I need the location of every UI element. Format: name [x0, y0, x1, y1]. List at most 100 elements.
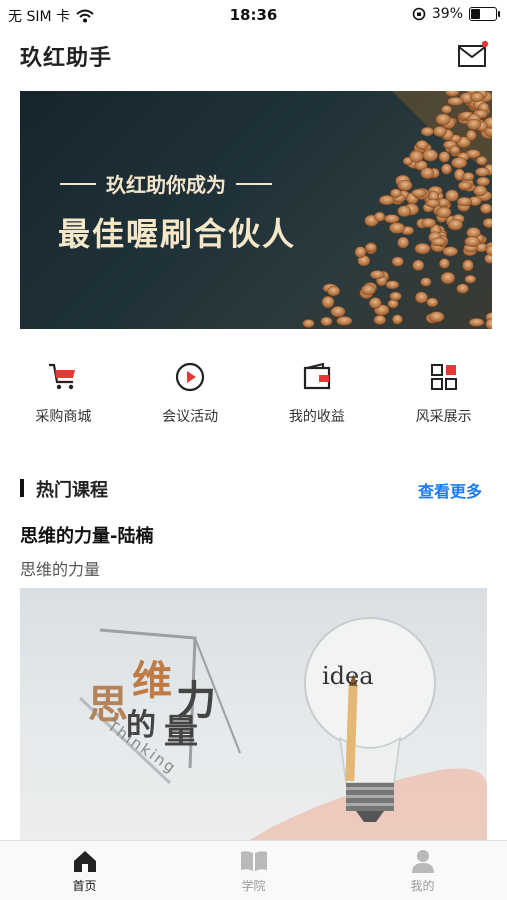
promo-banner[interactable]: 玖红助你成为 最佳喔刷合伙人: [20, 91, 492, 329]
coin: [440, 271, 456, 285]
coin: [480, 203, 492, 214]
coin: [389, 291, 402, 301]
tab-bar: 首页 学院 我的: [0, 840, 507, 900]
coin: [428, 311, 445, 323]
banner-subtitle-text: 玖红助你成为: [106, 173, 226, 197]
coin: [390, 188, 402, 198]
coin: [420, 126, 434, 137]
coin: [420, 277, 432, 287]
coin: [432, 126, 447, 137]
coin: [457, 181, 473, 190]
coin: [468, 318, 485, 327]
coin: [336, 316, 353, 326]
coin: [485, 318, 492, 329]
coin: [397, 205, 412, 217]
cart-icon: [49, 363, 76, 390]
grid-icon: [430, 364, 457, 390]
wallet-icon: [303, 362, 330, 390]
tab-academy[interactable]: 学院: [169, 841, 338, 900]
coin: [462, 259, 474, 272]
banner-subtitle: 玖红助你成为: [60, 169, 272, 198]
coin: [442, 246, 458, 257]
status-bar: 无 SIM 卡 18:36 39%: [0, 0, 507, 30]
coin: [354, 246, 367, 258]
coin: [385, 280, 400, 290]
course-thumbnail[interactable]: 思 维 力 的 量 Thinking idea: [20, 588, 487, 840]
see-more-link[interactable]: 查看更多: [418, 478, 482, 502]
coin: [456, 283, 469, 294]
tab-academy-label: 学院: [241, 879, 266, 893]
coin: [411, 188, 427, 198]
coin: [397, 179, 413, 192]
tab-mine-label: 我的: [410, 879, 435, 893]
coin: [364, 242, 377, 253]
coin: [465, 129, 477, 141]
art-bulb-text: idea: [322, 662, 374, 690]
coin: [441, 163, 452, 175]
art-char-2: 维: [132, 658, 172, 704]
tab-mine[interactable]: 我的: [338, 841, 507, 900]
coin: [368, 297, 382, 309]
coin: [430, 237, 447, 247]
coin: [449, 145, 461, 155]
coin: [462, 172, 475, 182]
coin: [420, 217, 437, 228]
mail-icon: [458, 40, 489, 67]
section-header: 热门课程 查看更多: [20, 474, 487, 502]
coin: [330, 306, 346, 318]
coins-image: [302, 91, 492, 329]
tab-home[interactable]: 首页: [0, 841, 169, 900]
coin: [420, 167, 435, 180]
home-icon: [73, 851, 96, 872]
coin: [464, 274, 477, 284]
coin: [409, 150, 424, 163]
coin: [447, 218, 463, 231]
mail-button[interactable]: [457, 40, 489, 68]
nav-shop[interactable]: 采购商城: [0, 360, 127, 440]
nav-showcase-label: 风采展示: [415, 409, 472, 425]
app-title: 玖红助手: [20, 46, 113, 71]
coin: [439, 258, 450, 269]
coin: [321, 295, 335, 309]
course-title[interactable]: 思维的力量-陆楠: [20, 522, 153, 548]
nav-events[interactable]: 会议活动: [127, 360, 254, 440]
coin: [475, 167, 490, 177]
coin: [327, 285, 341, 297]
course-subtitle: 思维的力量: [20, 560, 101, 579]
coin: [473, 185, 488, 197]
coin: [475, 156, 488, 166]
section-title: 热门课程: [36, 480, 108, 501]
coin: [387, 299, 399, 309]
coin: [441, 105, 453, 114]
user-icon: [411, 850, 434, 873]
coin: [320, 316, 333, 327]
coin: [415, 291, 428, 304]
coin: [464, 236, 481, 247]
coin: [373, 314, 387, 325]
coin: [436, 206, 452, 219]
coin: [361, 284, 376, 296]
coin: [447, 96, 464, 106]
unread-dot: [481, 40, 489, 48]
status-right: 39%: [412, 6, 500, 22]
coin: [397, 236, 410, 249]
header: 玖红助手: [0, 30, 507, 80]
coin: [392, 314, 403, 325]
nav-events-label: 会议活动: [162, 409, 219, 425]
coin: [391, 256, 404, 267]
divider-line: [60, 182, 96, 185]
coin: [425, 198, 440, 208]
nav-earnings[interactable]: 我的收益: [254, 360, 381, 440]
coin: [426, 297, 439, 308]
coin: [384, 214, 400, 224]
battery-percent: 39%: [431, 6, 463, 22]
coin: [438, 151, 450, 163]
art-char-5: 量: [164, 712, 198, 752]
nav-showcase[interactable]: 风采展示: [380, 360, 507, 440]
coin: [389, 222, 405, 234]
coin: [412, 259, 425, 271]
play-icon: [176, 362, 205, 392]
coin: [470, 91, 484, 102]
coin: [414, 242, 431, 255]
divider-line: [236, 182, 272, 185]
